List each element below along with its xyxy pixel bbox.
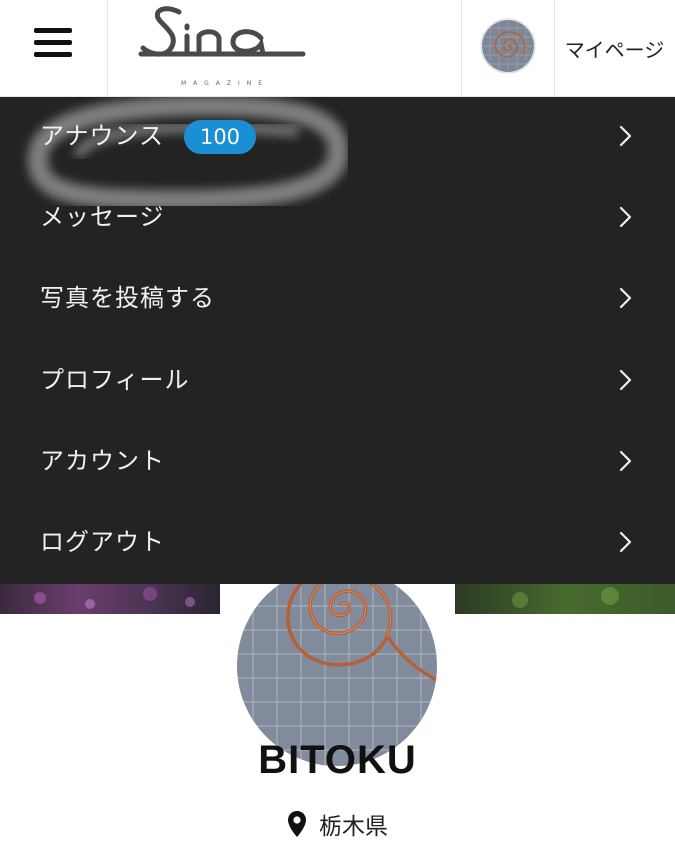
header-avatar-button[interactable] xyxy=(461,0,555,96)
menu-item-announce[interactable]: アナウンス 100 xyxy=(0,96,675,177)
menu-item-label: メッセージ xyxy=(40,203,165,231)
site-logo[interactable]: MAGAZINE xyxy=(133,2,313,94)
profile-location: 栃木県 xyxy=(0,806,675,842)
chevron-right-icon xyxy=(619,369,632,391)
mypage-link[interactable]: マイページ xyxy=(554,0,675,96)
profile-username: BITOKU xyxy=(258,738,417,782)
menu-item-label: プロフィール xyxy=(40,366,190,394)
hamburger-icon-bar xyxy=(34,52,72,57)
menu-item-label: アナウンス xyxy=(40,122,165,150)
menu-item-messages[interactable]: メッセージ xyxy=(0,177,675,258)
menu-item-label: ログアウト xyxy=(40,528,165,556)
profile-avatar[interactable] xyxy=(237,566,437,766)
menu-item-label: 写真を投稿する xyxy=(40,284,215,312)
location-label: 栃木県 xyxy=(319,814,388,840)
chevron-right-icon xyxy=(619,206,632,228)
chevron-right-icon xyxy=(619,125,632,147)
menu-item-label: アカウント xyxy=(40,447,165,475)
menu-toggle-button[interactable] xyxy=(0,0,108,96)
map-pin-icon xyxy=(288,811,306,837)
menu-item-post-photo[interactable]: 写真を投稿する xyxy=(0,258,675,339)
logo-mark xyxy=(138,6,306,57)
page: MAGAZINE マイページ アナウンス 100 メッセージ 写真を投稿する プ… xyxy=(0,0,675,853)
header: MAGAZINE マイページ xyxy=(0,0,675,97)
nav-menu: アナウンス 100 メッセージ 写真を投稿する プロフィール アカウント ログア… xyxy=(0,96,675,584)
profile-card: BITOKU 栃木県 xyxy=(0,544,675,853)
chevron-right-icon xyxy=(619,450,632,472)
notification-badge: 100 xyxy=(184,120,256,154)
menu-item-profile[interactable]: プロフィール xyxy=(0,340,675,421)
menu-item-account[interactable]: アカウント xyxy=(0,421,675,502)
logo-subtitle: MAGAZINE xyxy=(180,80,270,87)
hamburger-icon xyxy=(34,28,72,33)
avatar xyxy=(480,18,536,74)
chevron-right-icon xyxy=(619,531,632,553)
hamburger-icon-bar xyxy=(34,40,72,45)
menu-item-logout[interactable]: ログアウト xyxy=(0,502,675,583)
chevron-right-icon xyxy=(619,287,632,309)
